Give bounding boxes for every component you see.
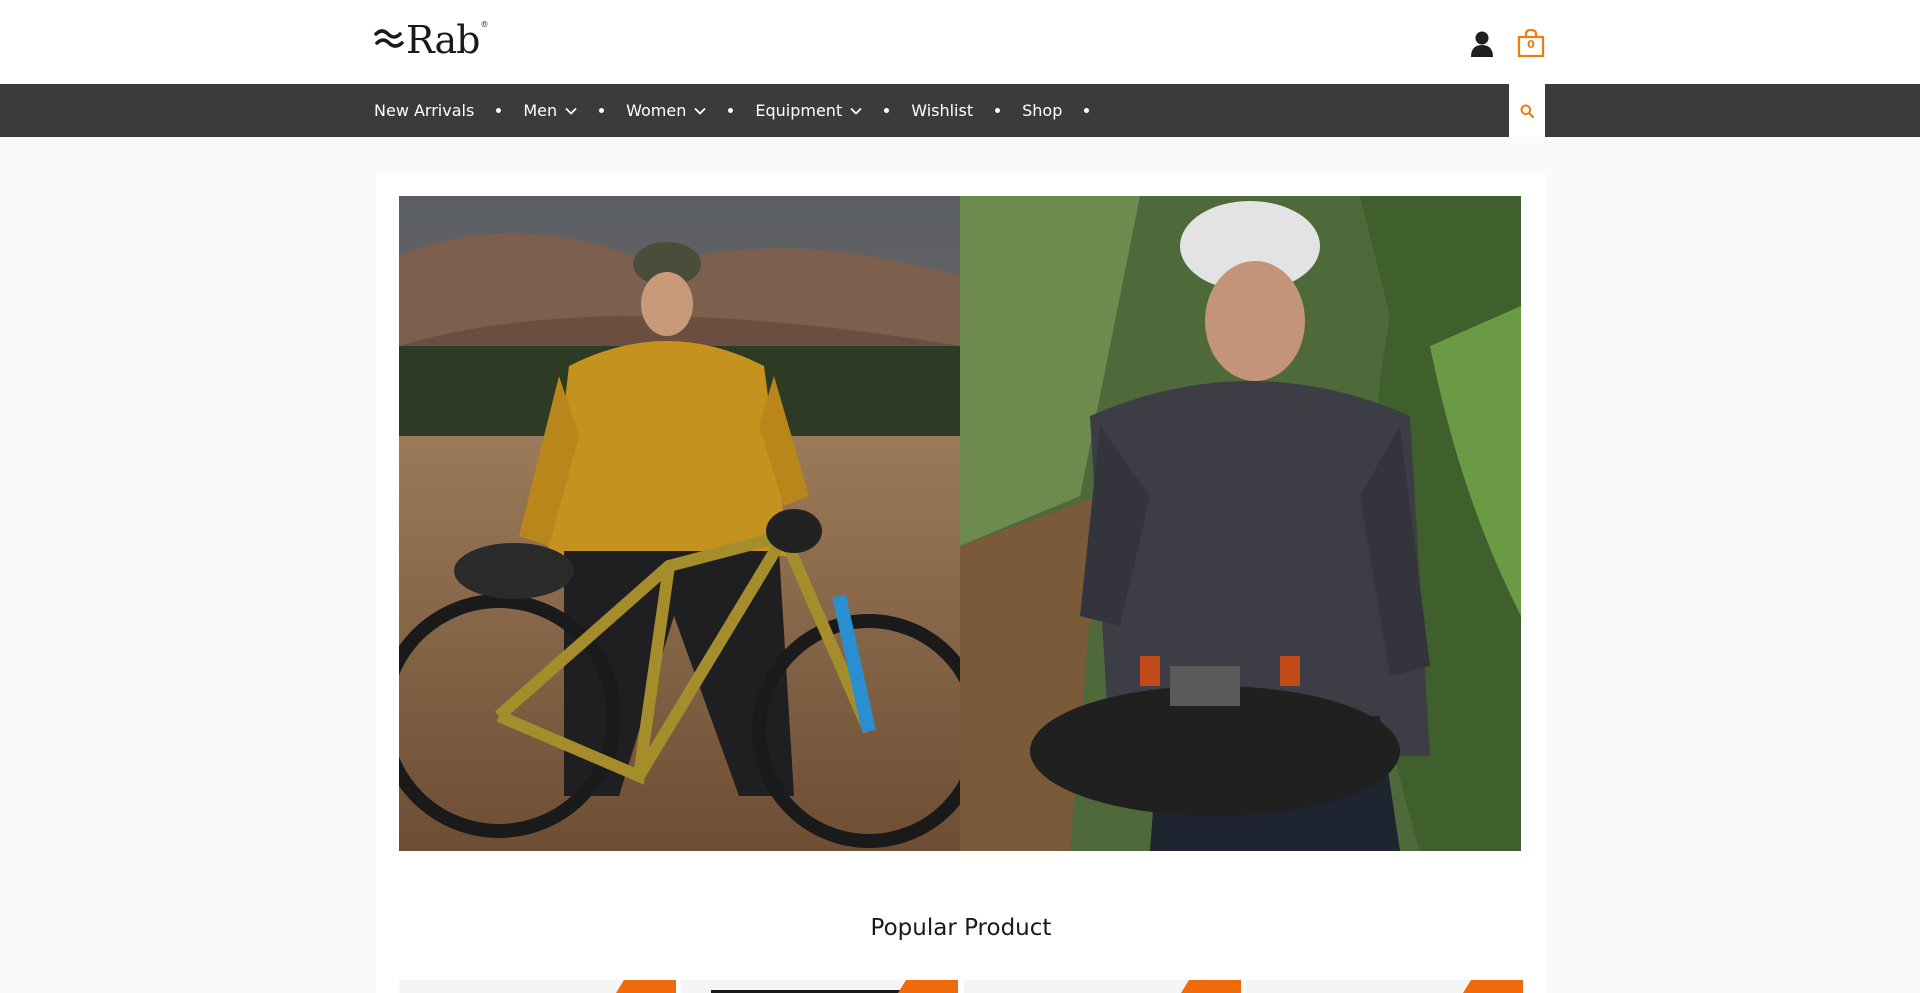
- product-card[interactable]: [1246, 980, 1523, 993]
- cyclist-mountain-image: [399, 196, 960, 851]
- sale-badge: [1463, 980, 1523, 993]
- sale-badge: [616, 980, 676, 993]
- nav-men[interactable]: Men: [523, 101, 577, 120]
- main-nav: New Arrivals Men Women Equipment Wishlis…: [0, 84, 1920, 137]
- product-card[interactable]: [399, 980, 676, 993]
- hero-banner[interactable]: [399, 196, 1521, 851]
- cyclist-forest-image: [960, 196, 1521, 851]
- site-header: Rab® 0: [0, 0, 1920, 84]
- search-button[interactable]: [1509, 84, 1545, 137]
- nav-shop[interactable]: Shop: [1022, 101, 1062, 120]
- nav-equipment[interactable]: Equipment: [755, 101, 862, 120]
- nav-label: New Arrivals: [374, 101, 475, 120]
- nav-wishlist[interactable]: Wishlist: [911, 101, 973, 120]
- nav-separator: [884, 108, 890, 113]
- logo-text: Rab®: [406, 18, 488, 62]
- nav-separator: [1084, 108, 1090, 113]
- nav-label: Wishlist: [911, 101, 974, 120]
- nav-label: Men: [523, 101, 558, 120]
- rab-logo[interactable]: Rab®: [374, 18, 488, 62]
- chevron-down-icon: [565, 107, 577, 115]
- nav-label: Equipment: [755, 101, 843, 120]
- nav-label: Women: [626, 101, 687, 120]
- sale-badge: [1181, 980, 1241, 993]
- nav-new-arrivals[interactable]: New Arrivals: [374, 101, 474, 120]
- user-icon[interactable]: [1470, 30, 1494, 58]
- nav-separator: [599, 108, 605, 113]
- nav-separator: [496, 108, 502, 113]
- popular-product-heading: Popular Product: [870, 915, 1052, 941]
- search-icon: [1520, 104, 1534, 118]
- nav-women[interactable]: Women: [626, 101, 706, 120]
- chevron-down-icon: [850, 107, 862, 115]
- sale-badge: [898, 980, 958, 993]
- popular-product-list: [399, 980, 1523, 993]
- cart-count: 0: [1527, 38, 1535, 51]
- product-card[interactable]: [964, 980, 1241, 993]
- hero-image-right[interactable]: [960, 196, 1521, 851]
- hero-image-left[interactable]: [399, 196, 960, 851]
- product-card[interactable]: [681, 980, 958, 993]
- nav-separator: [728, 108, 734, 113]
- chevron-down-icon: [694, 107, 706, 115]
- nav-label: Shop: [1022, 101, 1063, 120]
- nav-separator: [995, 108, 1001, 113]
- rab-logo-mark-icon: [374, 29, 404, 48]
- cart-button[interactable]: 0: [1517, 28, 1545, 58]
